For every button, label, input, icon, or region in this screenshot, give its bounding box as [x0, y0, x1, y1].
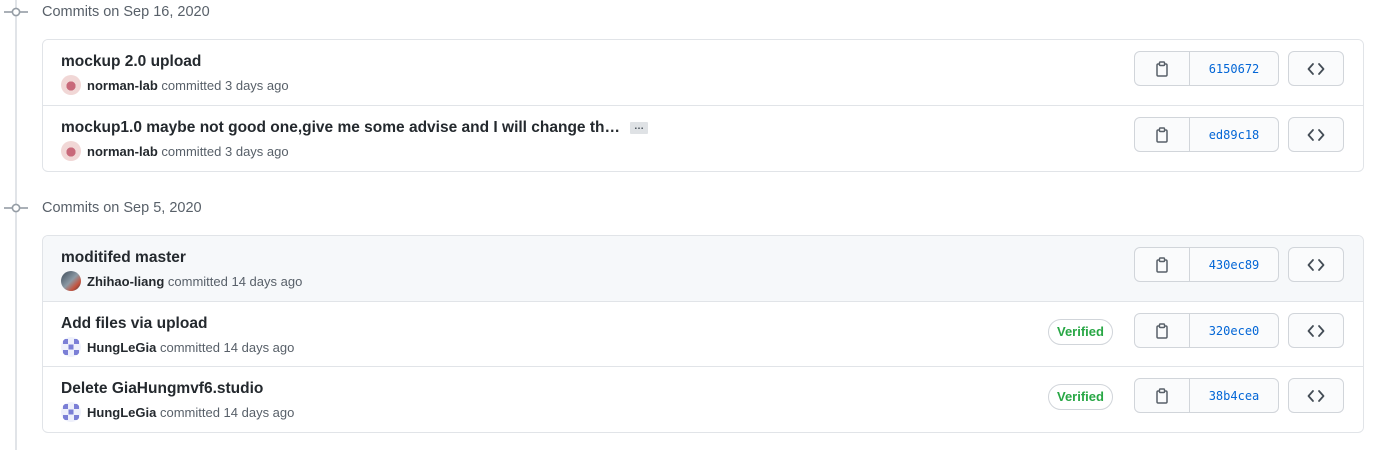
code-icon: [1307, 389, 1325, 402]
clipboard-icon: [1156, 126, 1168, 143]
clipboard-icon: [1156, 387, 1168, 404]
commit-sha-button-group: 38b4cea: [1134, 378, 1279, 413]
verified-badge[interactable]: Verified: [1048, 319, 1113, 345]
commit-group-header: Commits on Sep 5, 2020: [0, 197, 600, 219]
browse-repo-button[interactable]: [1288, 378, 1344, 413]
commit-time: committed 14 days ago: [159, 340, 295, 355]
commit-time: committed 14 days ago: [167, 274, 303, 289]
copy-sha-button[interactable]: [1135, 118, 1190, 151]
commit-row: Delete GiaHungmvf6.studio HungLeGia comm…: [43, 366, 1363, 431]
code-icon: [1307, 258, 1325, 271]
commit-timeline-line: [15, 0, 17, 450]
commit-author-link[interactable]: norman-lab: [87, 144, 158, 159]
commit-message-link[interactable]: mockup1.0 maybe not good one,give me som…: [61, 118, 648, 138]
commit-row: moditifed master Zhihao-liang committed …: [43, 236, 1363, 301]
commit-group-title: Commits on Sep 16, 2020: [42, 4, 210, 20]
clipboard-icon: [1156, 60, 1168, 77]
copy-sha-button[interactable]: [1135, 314, 1190, 347]
identicon-image: [63, 338, 79, 355]
avatar[interactable]: [61, 140, 81, 161]
avatar[interactable]: [61, 270, 81, 291]
commit-author-link[interactable]: Zhihao-liang: [87, 274, 164, 289]
commit-message-link[interactable]: Add files via upload: [61, 314, 207, 334]
browse-repo-button[interactable]: [1288, 51, 1344, 86]
commit-sha-link[interactable]: 320ece0: [1190, 314, 1278, 347]
expand-message-button[interactable]: …: [630, 121, 648, 134]
commit-meta: HungLeGia committed 14 days ago: [61, 336, 295, 358]
browse-repo-button[interactable]: [1288, 117, 1344, 152]
commit-message-link[interactable]: moditifed master: [61, 248, 186, 268]
commit-time: committed 3 days ago: [161, 78, 289, 93]
copy-sha-button[interactable]: [1135, 379, 1190, 412]
commit-row: Add files via upload HungLeGia committed…: [43, 301, 1363, 366]
commit-meta: norman-lab committed 3 days ago: [61, 140, 289, 162]
commit-row: mockup 2.0 upload norman-lab committed 3…: [43, 40, 1363, 105]
browse-repo-button[interactable]: [1288, 247, 1344, 282]
commit-meta: Zhihao-liang committed 14 days ago: [61, 270, 303, 292]
commit-sha-button-group: 320ece0: [1134, 313, 1279, 348]
commit-time: committed 3 days ago: [161, 144, 289, 159]
commit-sha-button-group: 6150672: [1134, 51, 1279, 86]
clipboard-icon: [1156, 322, 1168, 339]
commit-sha-button-group: ed89c18: [1134, 117, 1279, 152]
commit-time: committed 14 days ago: [159, 405, 295, 420]
commit-list: mockup 2.0 upload norman-lab committed 3…: [42, 39, 1364, 172]
commit-author-link[interactable]: HungLeGia: [87, 405, 156, 420]
avatar[interactable]: [61, 336, 81, 357]
browse-repo-button[interactable]: [1288, 313, 1344, 348]
commit-author-link[interactable]: HungLeGia: [87, 340, 156, 355]
copy-sha-button[interactable]: [1135, 248, 1190, 281]
commit-sha-link[interactable]: 6150672: [1190, 52, 1278, 85]
commit-sha-link[interactable]: 430ec89: [1190, 248, 1278, 281]
verified-badge[interactable]: Verified: [1048, 384, 1113, 410]
git-commit-icon: [4, 203, 28, 213]
identicon-image: [63, 403, 79, 420]
avatar[interactable]: [61, 401, 81, 422]
commit-author-link[interactable]: norman-lab: [87, 78, 158, 93]
avatar[interactable]: [61, 74, 81, 95]
commit-message-link[interactable]: Delete GiaHungmvf6.studio: [61, 379, 263, 399]
commit-group-header: Commits on Sep 16, 2020: [0, 1, 600, 23]
commit-sha-link[interactable]: ed89c18: [1190, 118, 1278, 151]
code-icon: [1307, 324, 1325, 337]
commit-group-title: Commits on Sep 5, 2020: [42, 200, 202, 216]
commit-meta: HungLeGia committed 14 days ago: [61, 401, 295, 423]
commit-list: moditifed master Zhihao-liang committed …: [42, 235, 1364, 433]
commit-meta: norman-lab committed 3 days ago: [61, 74, 289, 96]
code-icon: [1307, 62, 1325, 75]
commit-sha-link[interactable]: 38b4cea: [1190, 379, 1278, 412]
commit-message-link[interactable]: mockup 2.0 upload: [61, 52, 201, 72]
copy-sha-button[interactable]: [1135, 52, 1190, 85]
clipboard-icon: [1156, 256, 1168, 273]
commit-row: mockup1.0 maybe not good one,give me som…: [43, 105, 1363, 170]
code-icon: [1307, 128, 1325, 141]
git-commit-icon: [4, 7, 28, 17]
commit-sha-button-group: 430ec89: [1134, 247, 1279, 282]
